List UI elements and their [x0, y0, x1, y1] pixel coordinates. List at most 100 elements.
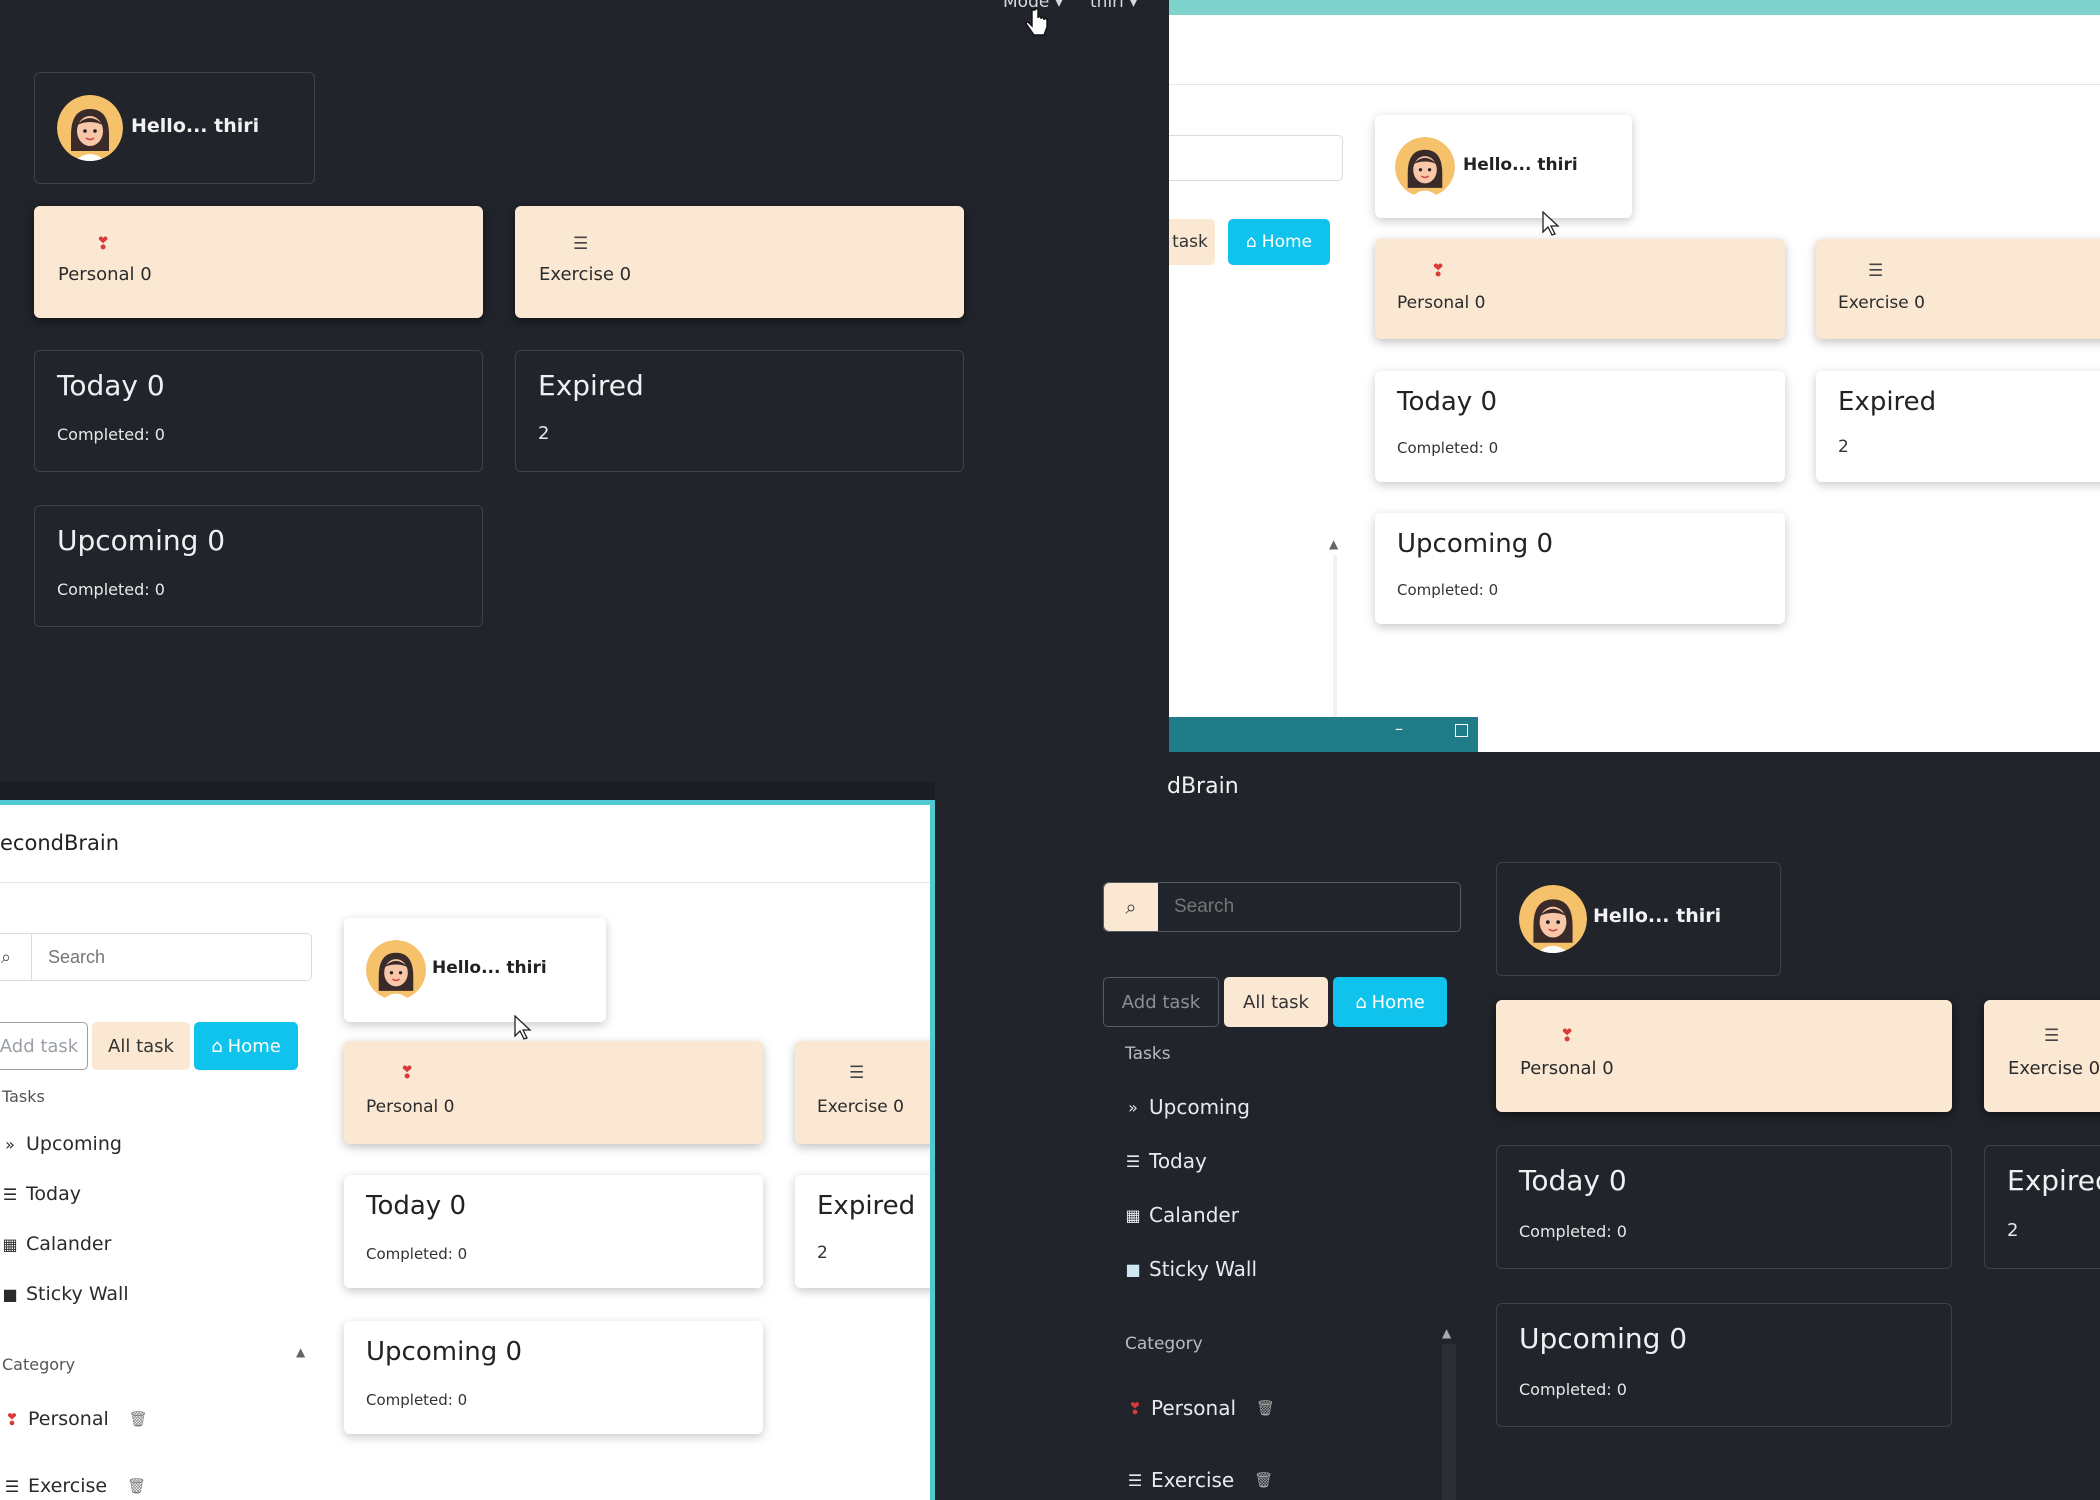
app-header: econdBrain: [0, 805, 930, 883]
category-card-exercise[interactable]: ☰ Exercise 0: [1816, 239, 2100, 339]
expired-title: Expired: [817, 1191, 916, 1221]
category-card-personal[interactable]: ❣ Personal 0: [1496, 1000, 1952, 1112]
top-bar: [1169, 15, 2100, 85]
nav-item-today[interactable]: ☰ Today: [0, 1183, 81, 1205]
home-button[interactable]: ⌂ Home: [194, 1022, 298, 1070]
greeting-text: Hello... thiri: [1463, 155, 1578, 175]
category-card-exercise[interactable]: ☰ Exercise 0: [795, 1041, 930, 1144]
card-label: Personal 0: [366, 1097, 455, 1117]
greeting-card: Hello... thiri: [1375, 115, 1632, 218]
search-input[interactable]: [1158, 883, 1460, 931]
user-dropdown[interactable]: thiri ▾: [1090, 0, 1138, 12]
trash-icon[interactable]: 🗑: [129, 1410, 148, 1428]
today-card[interactable]: Today 0 Completed: 0: [1375, 371, 1785, 482]
upcoming-completed: Completed: 0: [57, 580, 165, 599]
upcoming-icon: »: [1128, 1097, 1138, 1117]
scroll-track: [1442, 1344, 1456, 1500]
expired-card[interactable]: Expired 2: [515, 350, 964, 472]
today-title: Today 0: [366, 1191, 467, 1221]
upcoming-card[interactable]: Upcoming 0 Completed: 0: [1375, 513, 1785, 624]
category-label: Exercise: [28, 1475, 108, 1497]
search-icon[interactable]: ⌕: [0, 947, 31, 968]
nav-label: Sticky Wall: [26, 1283, 129, 1305]
expired-count: 2: [1838, 437, 1849, 457]
calendar-icon: ▦: [1125, 1205, 1141, 1225]
mouse-cursor: [514, 1015, 532, 1040]
category-heading: Category: [2, 1355, 76, 1374]
home-button[interactable]: ⌂ Home: [1228, 219, 1330, 265]
chevron-up-icon[interactable]: ▲: [1442, 1326, 1451, 1340]
today-card[interactable]: Today 0 Completed: 0: [34, 350, 483, 472]
nav-label: Today: [1149, 1149, 1207, 1173]
upcoming-title: Upcoming 0: [1519, 1322, 1688, 1355]
trash-icon[interactable]: 🗑: [127, 1477, 146, 1495]
category-card-exercise[interactable]: ☰ Exercise 0: [1984, 1000, 2100, 1112]
heart-icon: ❣: [1560, 1026, 1575, 1046]
category-card-personal[interactable]: ❣ Personal 0: [1375, 239, 1785, 339]
maximize-icon[interactable]: [1455, 724, 1468, 737]
all-task-button[interactable]: task: [1169, 219, 1215, 265]
nav-item-upcoming[interactable]: » Upcoming: [0, 1133, 122, 1155]
category-card-exercise[interactable]: ☰ Exercise 0: [515, 206, 964, 318]
nav-item-sticky-wall[interactable]: ■ Sticky Wall: [0, 1283, 129, 1305]
nav-label: Today: [26, 1183, 81, 1205]
expired-card[interactable]: Expired 2: [795, 1175, 930, 1288]
category-heading: Category: [1125, 1334, 1203, 1354]
window-bottom-right: dBrain ⌕ Add task All task ⌂Home Tasks »…: [935, 752, 2100, 1500]
button-label: Home: [1371, 991, 1425, 1013]
greeting-text: Hello... thiri: [1593, 905, 1722, 927]
add-task-button[interactable]: Add task: [1103, 977, 1219, 1027]
hand-cursor: [1025, 8, 1048, 36]
nav-item-today[interactable]: ☰ Today: [1123, 1149, 1207, 1173]
category-card-personal[interactable]: ❣ Personal 0: [344, 1041, 763, 1144]
category-item-exercise[interactable]: ☰ Exercise 🗑: [1125, 1468, 1273, 1492]
upcoming-card[interactable]: Upcoming 0 Completed: 0: [344, 1321, 763, 1434]
upcoming-card[interactable]: Upcoming 0 Completed: 0: [1496, 1303, 1952, 1427]
calendar-icon: ▦: [2, 1234, 18, 1254]
button-label: All task: [108, 1035, 174, 1057]
all-task-button[interactable]: All task: [1224, 977, 1328, 1027]
nav-item-sticky-wall[interactable]: ■ Sticky Wall: [1123, 1257, 1257, 1281]
trash-icon[interactable]: 🗑: [1256, 1399, 1275, 1417]
category-item-personal[interactable]: ❣ Personal 🗑: [2, 1408, 148, 1430]
chevron-up-icon[interactable]: ▲: [1329, 537, 1338, 551]
category-item-exercise[interactable]: ☰ Exercise 🗑: [2, 1475, 146, 1497]
add-task-button[interactable]: Add task: [0, 1022, 88, 1070]
chevron-up-icon[interactable]: ▲: [296, 1345, 305, 1359]
list-icon: ☰: [573, 234, 589, 254]
home-button[interactable]: ⌂ Home: [1333, 977, 1447, 1027]
brand-title: dBrain: [1167, 774, 1239, 799]
user-avatar: [1519, 885, 1587, 953]
nav-item-calendar[interactable]: ▦ Calander: [1123, 1203, 1239, 1227]
expired-title: Expirec: [2007, 1164, 2100, 1197]
category-card-personal[interactable]: ❣ Personal 0: [34, 206, 483, 318]
today-completed: Completed: 0: [1397, 439, 1499, 457]
sticky-note-icon: ■: [1125, 1259, 1141, 1279]
button-label: Home: [227, 1035, 281, 1057]
today-card[interactable]: Today 0 Completed: 0: [1496, 1145, 1952, 1269]
upcoming-title: Upcoming 0: [57, 524, 226, 557]
expired-card[interactable]: Expired 2: [1816, 371, 2100, 482]
search-input[interactable]: [31, 934, 311, 980]
trash-icon[interactable]: 🗑: [1254, 1471, 1273, 1489]
today-title: Today 0: [57, 369, 165, 402]
today-card[interactable]: Today 0 Completed: 0: [344, 1175, 763, 1288]
expired-title: Expired: [538, 369, 644, 402]
search-icon[interactable]: ⌕: [1104, 883, 1158, 931]
category-item-personal[interactable]: ❣ Personal 🗑: [1125, 1396, 1275, 1420]
expired-card[interactable]: Expirec 2: [1984, 1145, 2100, 1269]
home-icon: ⌂: [211, 1035, 223, 1057]
list-icon: ☰: [2044, 1026, 2060, 1046]
heart-icon: ❣: [96, 234, 111, 254]
nav-item-calendar[interactable]: ▦ Calander: [0, 1233, 111, 1255]
button-label: All task: [1243, 991, 1309, 1013]
minimize-icon[interactable]: –: [1395, 719, 1403, 738]
upcoming-card[interactable]: Upcoming 0 Completed: 0: [34, 505, 483, 627]
all-task-button[interactable]: All task: [92, 1022, 190, 1070]
nav-item-upcoming[interactable]: » Upcoming: [1123, 1095, 1250, 1119]
greeting-text: Hello... thiri: [432, 958, 547, 978]
user-label: thiri: [1090, 0, 1124, 12]
search-input[interactable]: [1169, 135, 1343, 181]
home-icon: ⌂: [1355, 991, 1367, 1013]
nav-label: Sticky Wall: [1149, 1257, 1258, 1281]
